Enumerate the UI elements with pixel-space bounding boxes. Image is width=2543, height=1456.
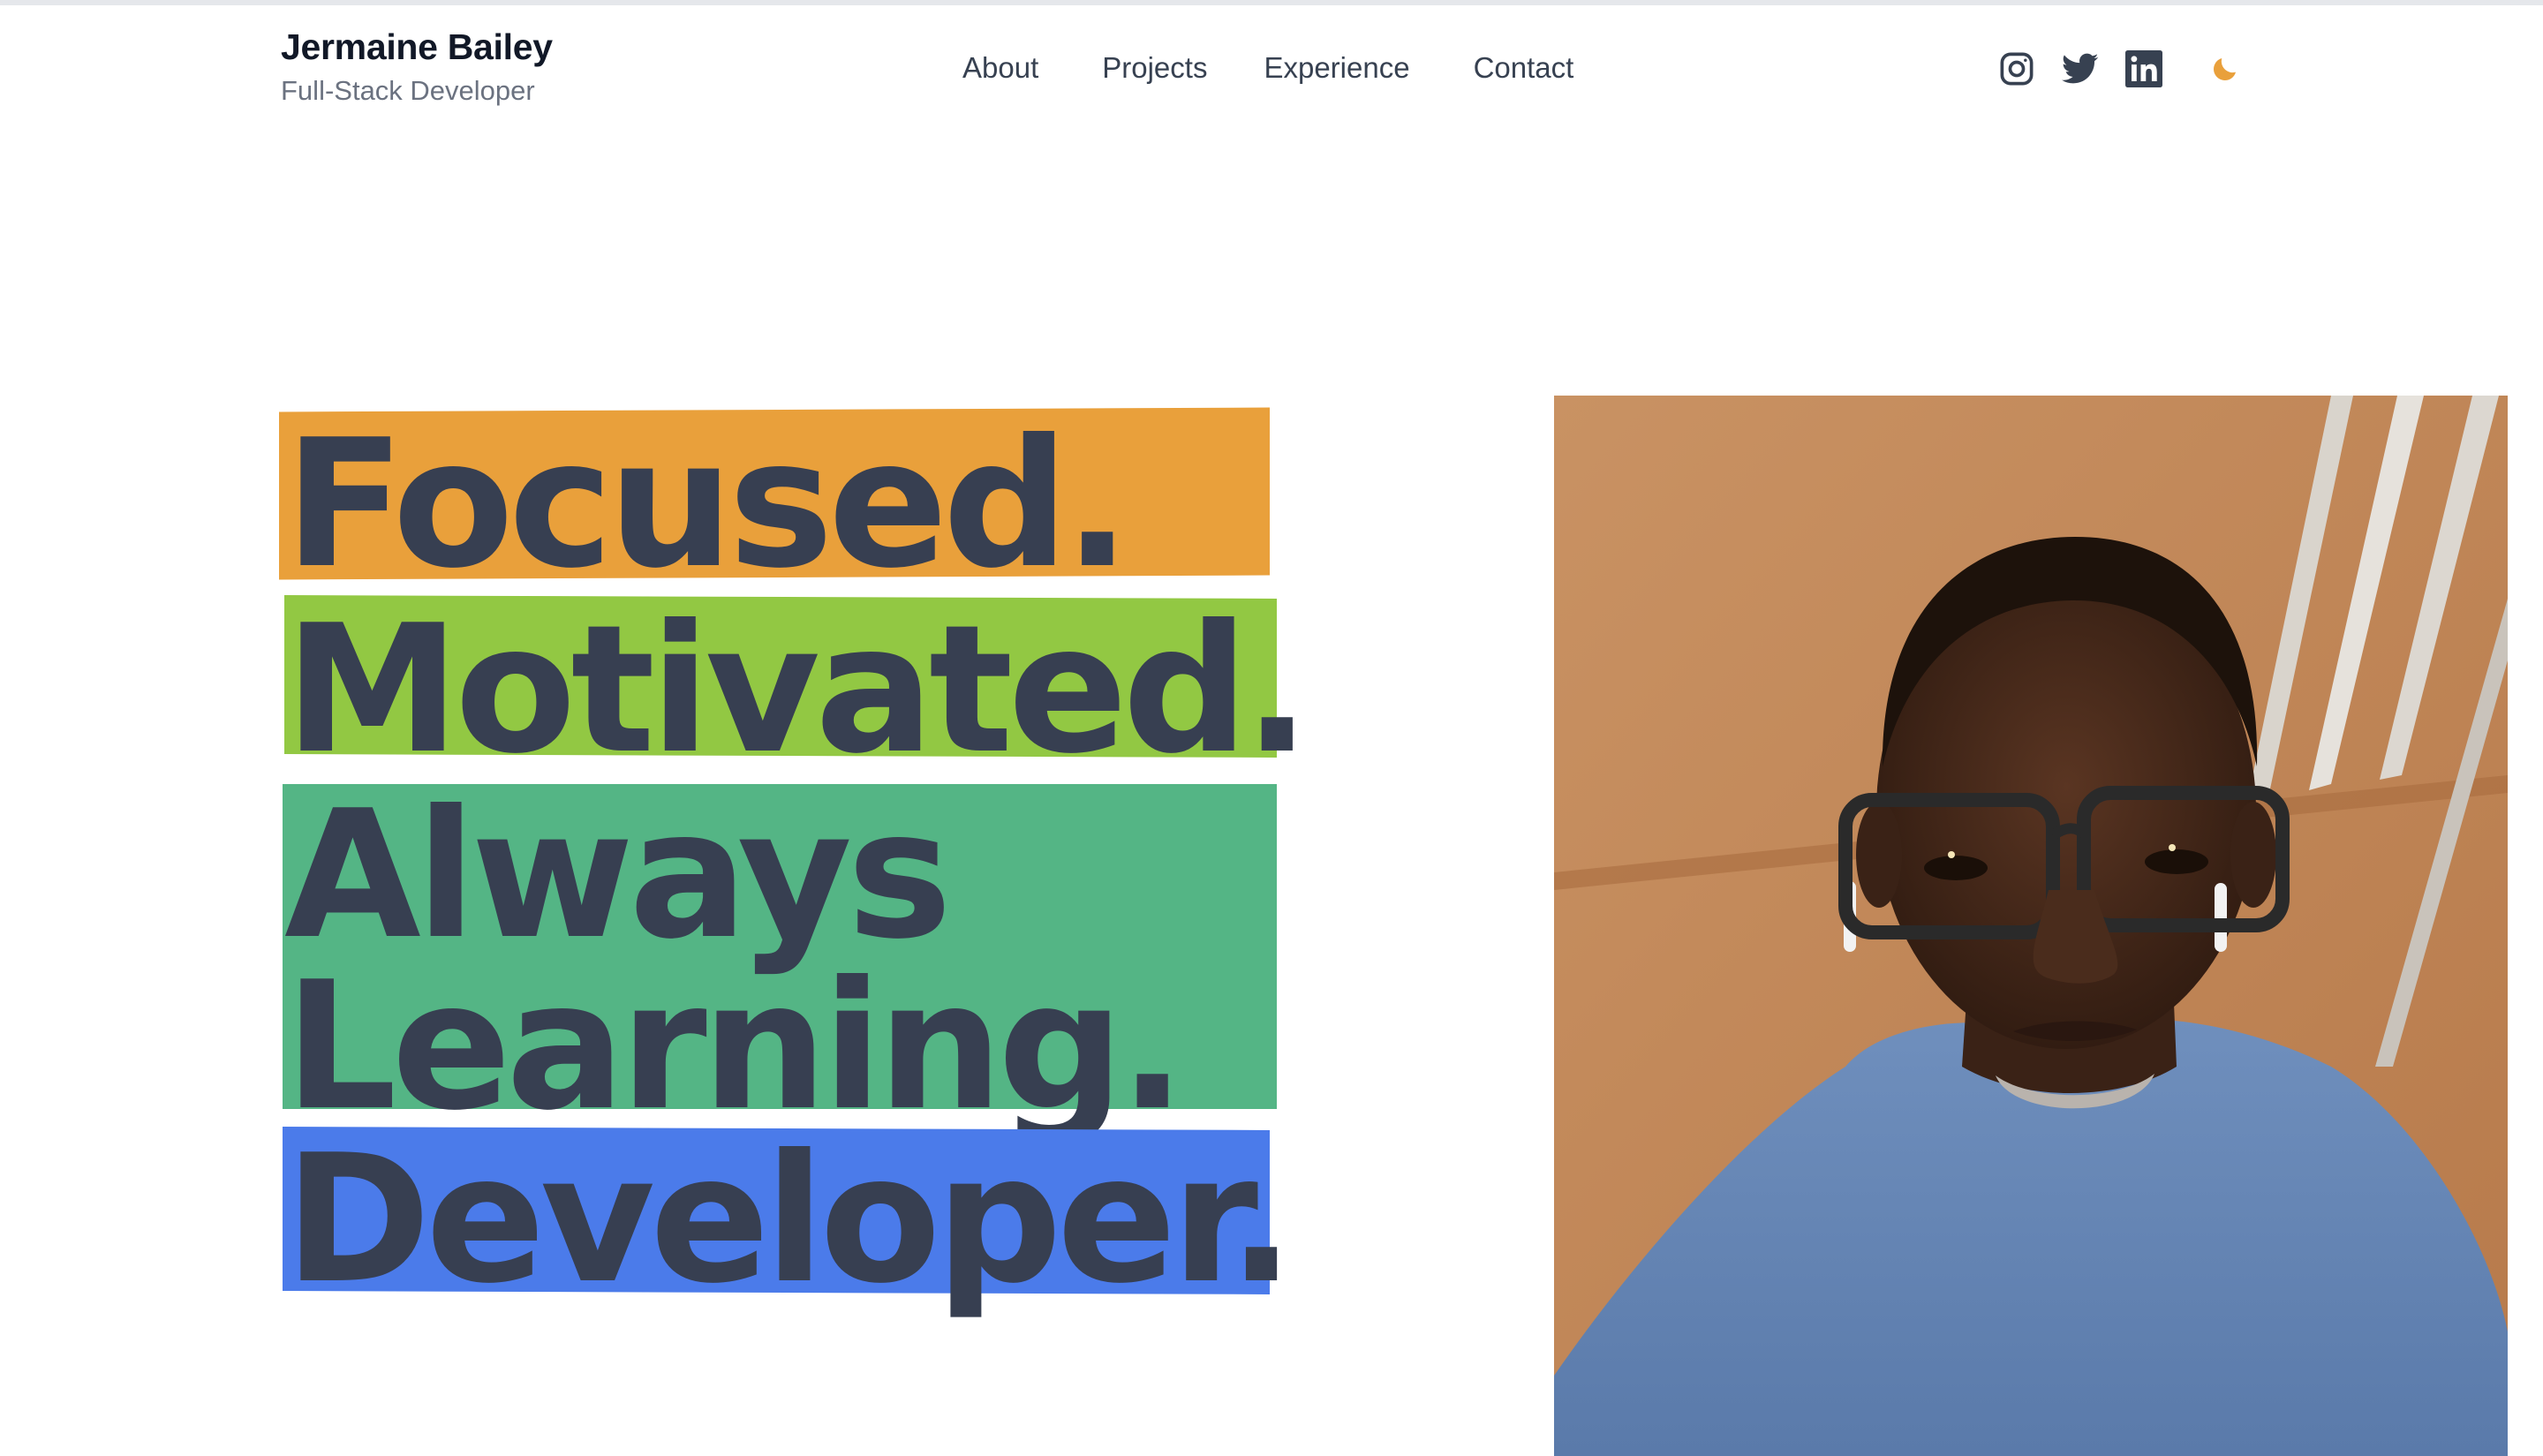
instagram-icon[interactable] [1997,49,2036,88]
twitter-icon[interactable] [2061,49,2100,88]
word-developer: Developer. [284,1117,1295,1323]
word-learning: Learning. [284,944,1186,1150]
word-always: Always [284,773,952,978]
moon-icon[interactable] [2206,49,2245,88]
brand[interactable]: Jermaine Bailey Full-Stack Developer [281,25,553,111]
nav-about-link[interactable]: About [962,46,1038,90]
social-links [1997,49,2245,89]
site-owner-title: Full-Stack Developer [281,75,535,106]
nav-projects-link[interactable]: Projects [1102,46,1207,90]
nav-experience-link[interactable]: Experience [1264,46,1409,90]
hero-tagline: Focused. Motivated. Always Learning. Dev… [279,402,1310,1309]
main-nav: About Projects Experience Contact [962,46,1573,90]
linkedin-icon[interactable] [2124,49,2163,88]
word-motivated: Motivated. [284,587,1310,793]
nav-contact-link[interactable]: Contact [1474,46,1574,90]
profile-photo [1554,396,2508,1456]
top-border [0,0,2543,5]
profile-photo-illustration [1554,396,2508,1456]
site-owner-name[interactable]: Jermaine Bailey [281,25,553,69]
word-focused: Focused. [284,402,1131,607]
